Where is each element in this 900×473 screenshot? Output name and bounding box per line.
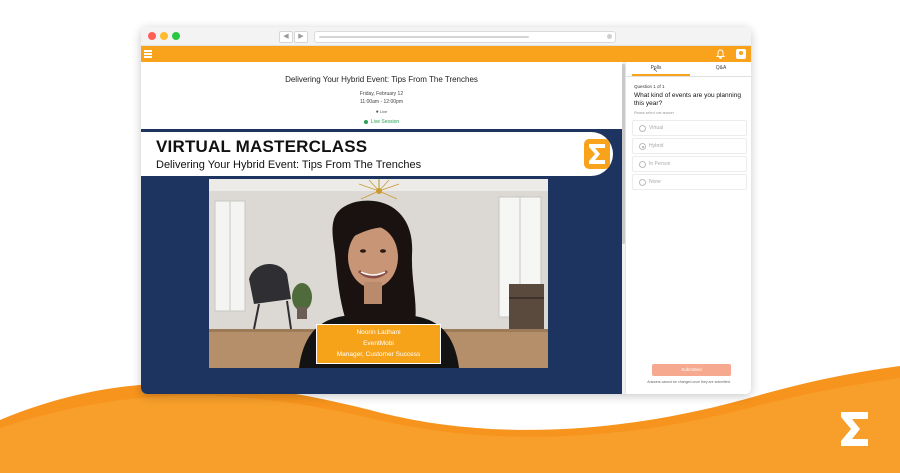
live-dot-icon (363, 119, 368, 124)
url-placeholder (319, 36, 529, 38)
app-header (141, 46, 751, 62)
live-status-label: Live Session (370, 119, 400, 125)
radio-button[interactable] (639, 179, 646, 186)
refresh-icon[interactable] (607, 34, 612, 39)
tab-qa[interactable]: Q&A (696, 65, 746, 71)
panel-tabs: Polls Q&A ↖ (626, 62, 751, 77)
radio-button[interactable] (639, 161, 646, 168)
poll-option-hybrid[interactable]: Hybrid (632, 138, 747, 154)
hamburger-icon[interactable] (144, 50, 152, 58)
session-title: Delivering Your Hybrid Event: Tips From … (285, 75, 478, 84)
location-pin-icon: ● (375, 109, 379, 115)
poll-option-virtual[interactable]: Virtual (632, 120, 747, 136)
engagement-panel: Polls Q&A ↖ Question 1 of 1 What kind of… (625, 62, 751, 394)
mouse-cursor-icon: ↖ (653, 68, 659, 74)
main-content: Delivering Your Hybrid Event: Tips From … (141, 62, 751, 394)
poll-option-none[interactable]: None (632, 174, 747, 190)
question-text: What kind of events are you planning thi… (634, 92, 741, 107)
speaker-company: EventMobi (363, 340, 394, 347)
banner-title: VIRTUAL MASTERCLASS (156, 137, 368, 156)
session-date: Friday, February 12 (359, 91, 404, 97)
eventmobi-logo-icon (841, 412, 868, 446)
live-status: Live Session (141, 119, 622, 125)
question-instruction: Please select one answer (634, 111, 674, 115)
question-number: Question 1 of 1 (634, 84, 665, 89)
eventmobi-banner-logo-icon (584, 139, 610, 169)
option-label: Virtual (649, 125, 664, 131)
speaker-name: Noorin Ladhani (356, 329, 401, 336)
chevron-right-icon: ▶ (298, 33, 304, 40)
minimize-window-button[interactable] (160, 32, 168, 40)
option-label: None (649, 179, 661, 185)
option-label: Hybrid (649, 143, 664, 149)
close-window-button[interactable] (148, 32, 156, 40)
active-tab-indicator (632, 74, 690, 76)
back-button[interactable]: ◀ (279, 31, 293, 43)
radio-button[interactable] (639, 125, 646, 132)
session-time: 11:00am - 12:00pm (360, 99, 403, 105)
session-panel: Delivering Your Hybrid Event: Tips From … (141, 62, 622, 394)
submit-note: Answers cannot be changed once they are … (647, 380, 731, 384)
speaker-camera-feed: Noorin Ladhani EventMobi Manager, Custom… (209, 179, 548, 368)
banner-subtitle: Delivering Your Hybrid Event: Tips From … (156, 159, 422, 171)
session-info: Delivering Your Hybrid Event: Tips From … (141, 62, 622, 125)
session-location: ● Live (141, 109, 622, 115)
forward-button[interactable]: ▶ (294, 31, 308, 43)
submit-button[interactable]: Submitted (652, 364, 731, 376)
speaker-role: Manager, Customer Success (336, 351, 421, 358)
masterclass-banner: VIRTUAL MASTERCLASS Delivering Your Hybr… (141, 132, 613, 176)
speaker-nameplate: Noorin Ladhani EventMobi Manager, Custom… (316, 324, 441, 364)
chevron-left-icon: ◀ (283, 33, 289, 40)
location-label: Live (379, 109, 388, 114)
video-player[interactable]: VIRTUAL MASTERCLASS Delivering Your Hybr… (141, 129, 622, 394)
browser-chrome: ◀ ▶ (141, 27, 751, 46)
address-bar[interactable] (314, 31, 616, 43)
bell-icon[interactable] (715, 49, 725, 59)
radio-button-selected[interactable] (639, 143, 646, 150)
user-icon[interactable] (736, 49, 746, 59)
poll-option-in-person[interactable]: In Person (632, 156, 747, 172)
option-label: In Person (649, 161, 671, 167)
browser-window: ◀ ▶ Delivering Your Hybrid Event: Tips F… (141, 27, 751, 394)
maximize-window-button[interactable] (172, 32, 180, 40)
